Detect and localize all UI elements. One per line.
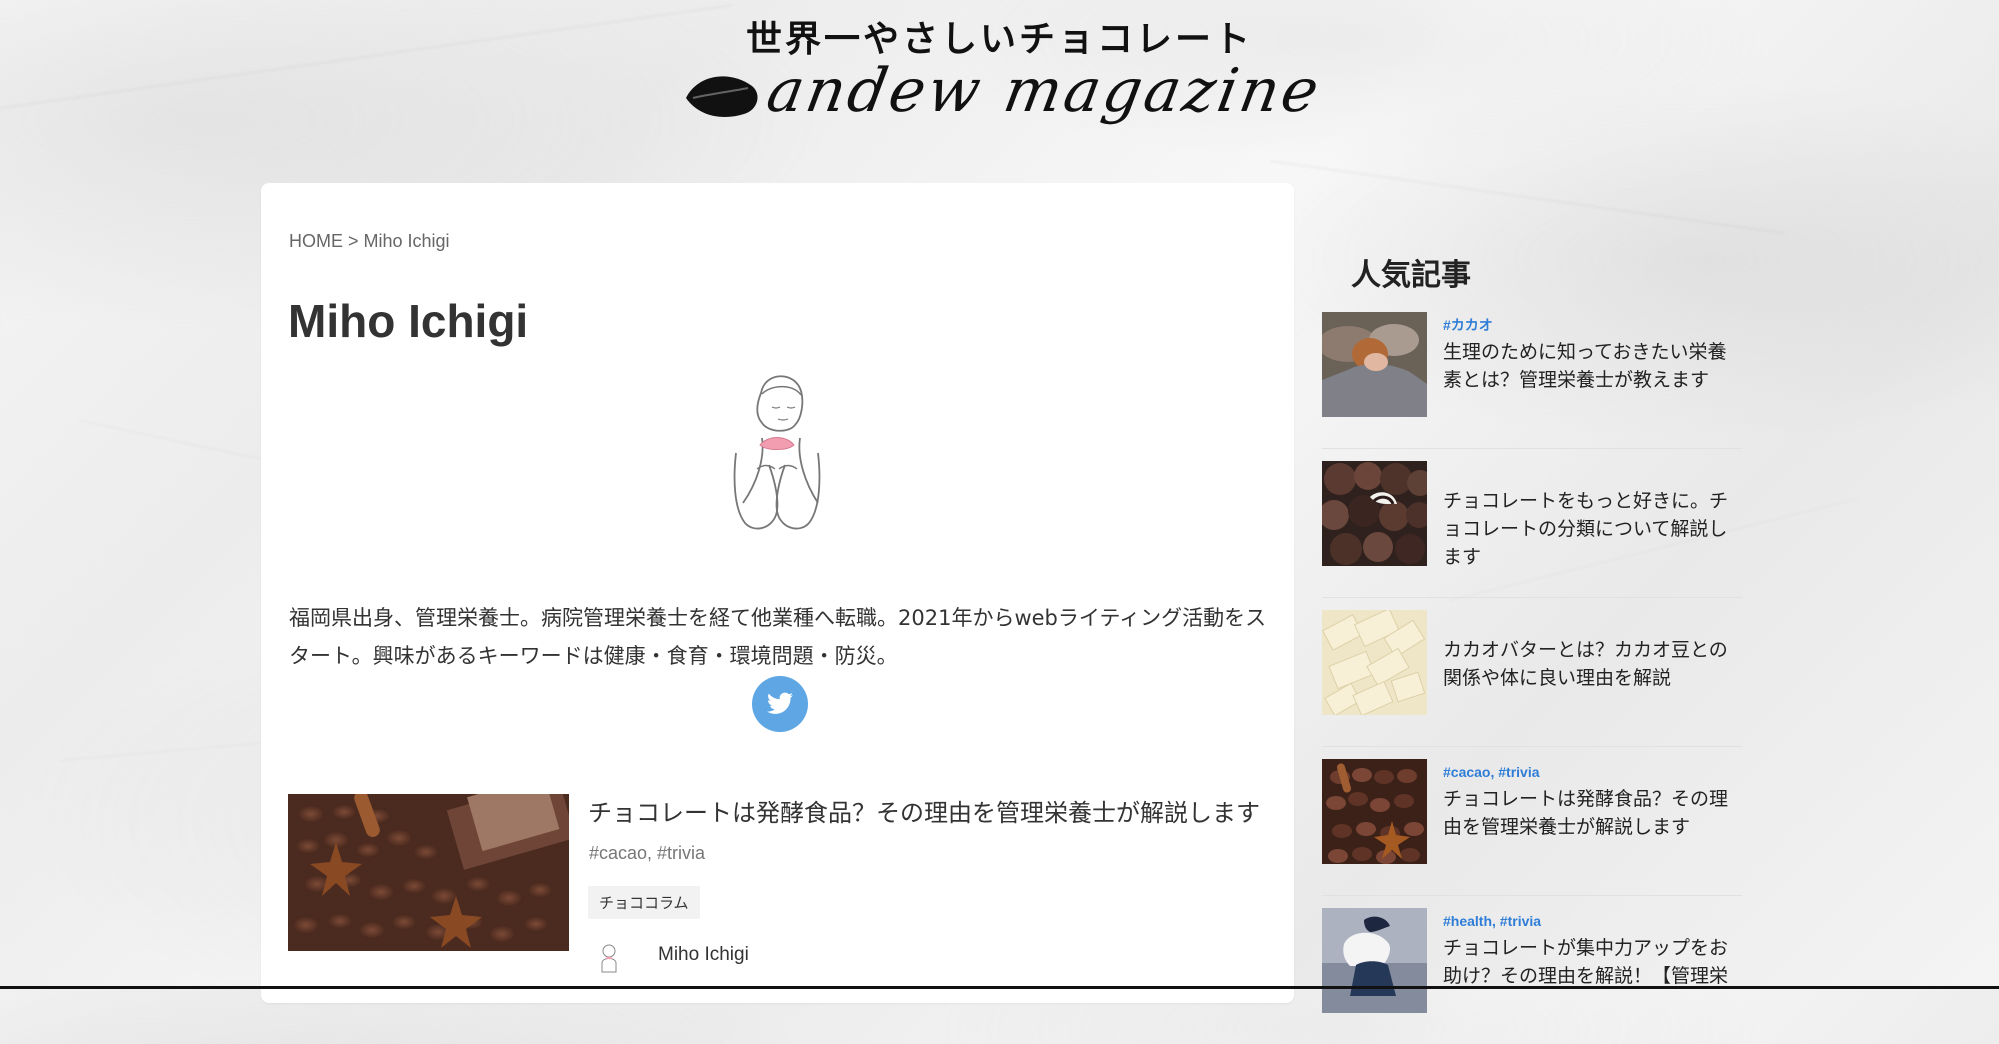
site-header: 世界一やさしいチョコレート andew magazine — [0, 0, 1999, 170]
cocoa-butter-thumbnail — [1322, 610, 1427, 715]
popular-article-tags[interactable]: #カカオ — [1443, 316, 1738, 334]
author-bio: 福岡県出身、管理栄養士。病院管理栄養士を経て他業種へ転職。2021年からwebラ… — [289, 606, 1267, 668]
popular-article-title[interactable]: チョコレートをもっと好きに。チョコレートの分類について解説します — [1443, 487, 1738, 571]
post-title[interactable]: チョコレートは発酵食品？その理由を管理栄養士が解説します — [588, 797, 1268, 831]
popular-article-tags[interactable]: #cacao, #trivia — [1443, 763, 1738, 781]
author-illustration-icon — [733, 375, 821, 530]
author-avatar — [591, 939, 627, 975]
popular-article-thumbnail — [1322, 759, 1427, 864]
page-title: Miho Ichigi — [288, 294, 529, 347]
post-category-badge[interactable]: チョココラム — [588, 886, 700, 919]
popular-article-item[interactable]: #cacao, #trivia チョコレートは発酵食品？その理由を管理栄養士が解… — [1322, 747, 1742, 896]
author-card: HOME > Miho Ichigi Miho Ichigi 福岡県出身、管理栄… — [261, 183, 1294, 1003]
popular-articles-title: 人気記事 — [1351, 257, 1471, 293]
twitter-button[interactable] — [752, 676, 808, 732]
popular-article-title[interactable]: チョコレートは発酵食品？その理由を管理栄養士が解説します — [1443, 785, 1738, 841]
coffee-beans-thumbnail — [1322, 759, 1427, 864]
popular-article-title[interactable]: 生理のために知っておきたい栄養素とは？管理栄養士が教えます — [1443, 338, 1738, 394]
coffee-star-anise-thumbnail — [288, 794, 569, 951]
twitter-icon — [766, 692, 793, 714]
popular-article-item[interactable]: #カカオ 生理のために知っておきたい栄養素とは？管理栄養士が教えます — [1322, 300, 1742, 449]
author-illustration — [707, 363, 847, 533]
popular-article-title[interactable]: カカオバターとは？カカオ豆との関係や体に良い理由を解説 — [1443, 636, 1738, 692]
breadcrumb[interactable]: HOME > Miho Ichigi — [289, 231, 450, 252]
post-tags[interactable]: #cacao, #trivia — [589, 843, 705, 864]
popular-article-thumbnail — [1322, 908, 1427, 1013]
chocolate-truffles-thumbnail — [1322, 461, 1427, 566]
popular-article-item[interactable]: #health, #trivia チョコレートが集中力アップをお助け？その理由を… — [1322, 896, 1742, 1044]
popular-article-item[interactable]: チョコレートをもっと好きに。チョコレートの分類について解説します — [1322, 449, 1742, 598]
popular-article-thumbnail — [1322, 312, 1427, 417]
site-logo[interactable]: andew magazine — [680, 54, 1327, 144]
popular-article-thumbnail — [1322, 461, 1427, 566]
post-thumbnail[interactable] — [288, 794, 569, 951]
post-author-name[interactable]: Miho Ichigi — [658, 944, 749, 966]
popular-article-title[interactable]: チョコレートが集中力アップをお助け？その理由を解説！【管理栄 — [1443, 934, 1738, 990]
post-author[interactable]: Miho Ichigi — [591, 939, 891, 975]
author-avatar-icon — [601, 944, 617, 973]
logo-text: andew magazine — [761, 56, 1327, 126]
popular-article-item[interactable]: カカオバターとは？カカオ豆との関係や体に良い理由を解説 — [1322, 598, 1742, 747]
reading-person-thumbnail — [1322, 908, 1427, 1013]
popular-article-thumbnail — [1322, 610, 1427, 715]
leaf-logo-icon — [686, 76, 758, 117]
popular-article-tags[interactable]: #health, #trivia — [1443, 912, 1738, 930]
sleeping-person-thumbnail — [1322, 312, 1427, 417]
